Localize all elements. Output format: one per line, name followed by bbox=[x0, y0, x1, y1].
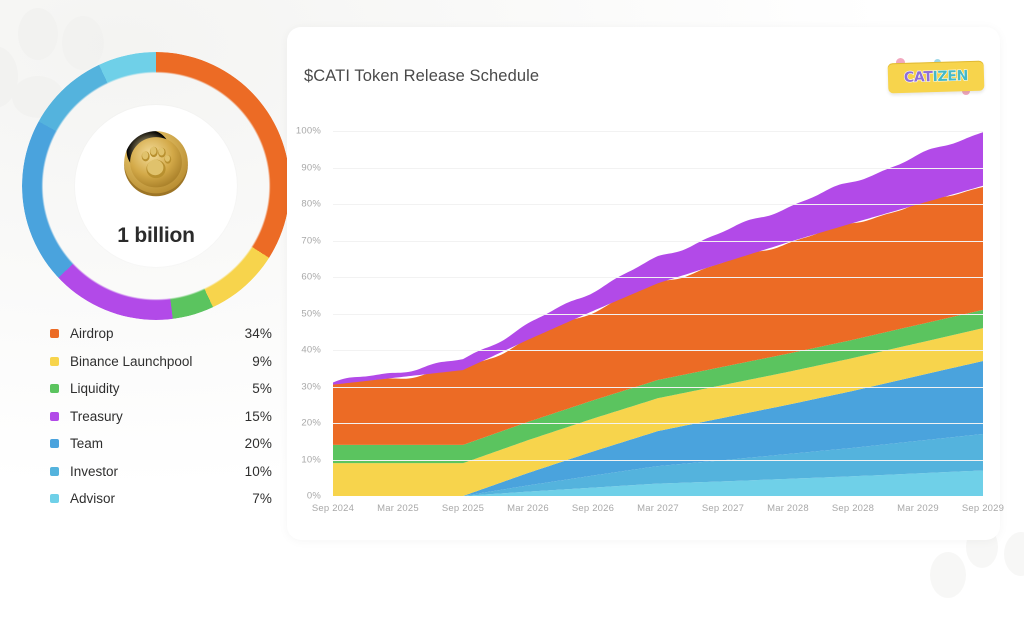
x-axis-tick-label: Mar 2027 bbox=[637, 503, 679, 514]
x-axis-tick-label: Sep 2027 bbox=[701, 503, 745, 514]
legend-percent: 15% bbox=[244, 408, 272, 424]
gridline bbox=[333, 167, 983, 169]
logo-text-cat: CAT bbox=[903, 69, 933, 87]
legend-label: Treasury bbox=[70, 408, 123, 424]
legend-percent: 20% bbox=[244, 436, 272, 452]
legend-color-swatch bbox=[50, 439, 59, 449]
logo-text: CATIZEN bbox=[888, 68, 984, 87]
x-axis-tick-label: Sep 2025 bbox=[441, 503, 485, 514]
total-supply-label: 1 billion bbox=[117, 223, 195, 247]
x-axis-tick-label: Mar 2029 bbox=[897, 503, 939, 514]
legend-percent: 5% bbox=[252, 381, 272, 397]
release-schedule-panel: $CATI Token Release Schedule CATIZEN 0% 1… bbox=[287, 27, 1004, 540]
catizen-logo: CATIZEN bbox=[887, 58, 985, 96]
legend-item: Team 20% bbox=[50, 430, 272, 458]
gridline bbox=[333, 277, 983, 278]
gridline bbox=[333, 240, 983, 242]
legend-color-swatch bbox=[50, 411, 59, 421]
legend-item: Airdrop 34% bbox=[50, 320, 272, 348]
gridline bbox=[333, 313, 983, 315]
y-axis-tick-label: 50% bbox=[301, 308, 321, 319]
y-axis-tick-label: 0% bbox=[306, 490, 321, 502]
legend-item: Advisor 7% bbox=[50, 485, 272, 513]
gridline bbox=[333, 459, 983, 461]
gridline bbox=[333, 131, 983, 132]
x-axis-tick-label: Sep 2029 bbox=[961, 503, 1005, 514]
y-axis-tick-label: 20% bbox=[301, 417, 321, 429]
legend-percent: 7% bbox=[252, 491, 272, 507]
legend-label: Advisor bbox=[70, 491, 116, 507]
x-axis-tick-label: Mar 2028 bbox=[767, 503, 809, 514]
allocation-legend: Airdrop 34% Binance Launchpool 9% Liquidity 5… bbox=[50, 320, 272, 513]
token-allocation-donut-chart: 1 billion bbox=[22, 52, 290, 320]
chart-title: $CATI Token Release Schedule bbox=[304, 67, 540, 85]
y-axis-tick-label: 80% bbox=[301, 198, 321, 210]
x-axis-labels: Sep 2024 Mar 2025 Sep 2025 Mar 2026 Sep 2026… bbox=[312, 503, 1004, 519]
legend-item: Liquidity 5% bbox=[50, 375, 272, 403]
y-axis-tick-label: 90% bbox=[301, 162, 321, 173]
legend-label: Investor bbox=[70, 463, 119, 479]
y-axis-tick-label: 40% bbox=[301, 344, 321, 356]
legend-percent: 34% bbox=[244, 326, 272, 342]
y-axis-tick-label: 60% bbox=[301, 271, 321, 283]
legend-item: Binance Launchpool 9% bbox=[50, 348, 272, 376]
gridline bbox=[333, 423, 983, 424]
legend-color-swatch bbox=[50, 356, 59, 366]
legend-label: Airdrop bbox=[70, 326, 114, 342]
legend-label: Binance Launchpool bbox=[70, 353, 193, 369]
y-axis-labels: 0% 10% 20% 30% 40% 50% 60% 70% 80% 90% 100% bbox=[287, 126, 329, 502]
legend-percent: 9% bbox=[252, 353, 272, 369]
logo-text-izen: IZEN bbox=[932, 68, 969, 86]
legend-color-swatch bbox=[50, 494, 59, 504]
x-axis-tick-label: Mar 2026 bbox=[507, 503, 549, 514]
legend-item: Treasury 15% bbox=[50, 403, 272, 431]
legend-label: Liquidity bbox=[70, 381, 120, 397]
legend-label: Team bbox=[70, 436, 104, 452]
x-axis-tick-label: Sep 2028 bbox=[831, 503, 875, 514]
x-axis-tick-label: Sep 2026 bbox=[571, 503, 615, 514]
gridline bbox=[333, 204, 983, 205]
legend-color-swatch bbox=[50, 384, 59, 394]
legend-item: Investor 10% bbox=[50, 458, 272, 486]
x-axis-tick-label: Mar 2025 bbox=[377, 503, 419, 514]
app-background: 1 billion Airdrop 34% Binance Launchpool 9%… bbox=[0, 0, 1024, 598]
y-axis-tick-label: 70% bbox=[301, 235, 321, 246]
legend-color-swatch bbox=[50, 329, 59, 339]
gridline bbox=[333, 350, 983, 351]
paw-coin-icon bbox=[124, 131, 188, 197]
y-axis-tick-label: 10% bbox=[301, 454, 321, 465]
legend-percent: 10% bbox=[244, 463, 272, 479]
x-axis-tick-label: Sep 2024 bbox=[311, 503, 355, 514]
y-axis-tick-label: 30% bbox=[301, 381, 321, 392]
gridline bbox=[333, 386, 983, 388]
legend-color-swatch bbox=[50, 466, 59, 476]
y-axis-tick-label: 100% bbox=[295, 125, 321, 137]
plot-area bbox=[333, 131, 983, 496]
